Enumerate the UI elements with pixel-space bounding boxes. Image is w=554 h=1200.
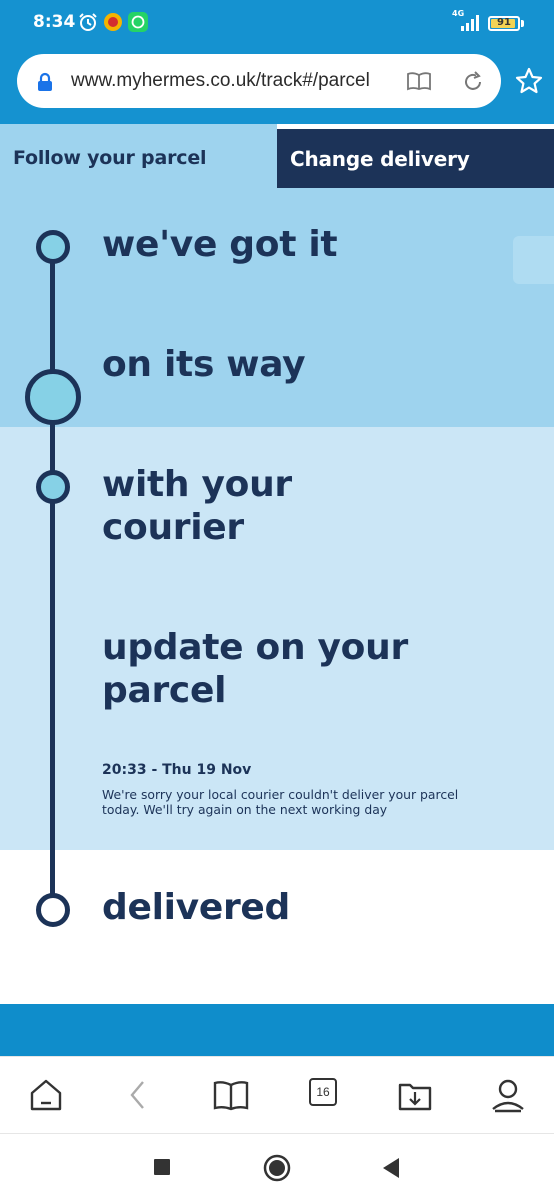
address-bar[interactable]: www.myhermes.co.uk/track#/parcel [17, 54, 501, 108]
reload-icon[interactable] [461, 70, 485, 94]
reader-mode-icon[interactable] [406, 71, 432, 91]
profile-icon[interactable] [488, 1075, 528, 1115]
system-home-icon[interactable] [263, 1154, 291, 1182]
tab-follow-your-parcel[interactable]: Follow your parcel [0, 124, 277, 188]
recents-icon[interactable] [153, 1158, 171, 1176]
tabs-icon[interactable]: 16 [306, 1075, 346, 1115]
timeline-node-courier [36, 470, 70, 504]
stage-delivered: delivered [102, 887, 290, 928]
timeline-node-delivered [36, 893, 70, 927]
bookmarks-icon[interactable] [211, 1075, 251, 1115]
url-text[interactable]: www.myhermes.co.uk/track#/parcel [71, 70, 395, 92]
alarm-icon [79, 13, 97, 31]
whatsapp-icon [128, 12, 148, 32]
downloads-icon[interactable] [395, 1075, 435, 1115]
page-footer-band [0, 1004, 554, 1056]
update-timestamp: 20:33 - Thu 19 Nov [102, 762, 252, 778]
stage-with-courier-line2: courier [102, 507, 244, 548]
stage-update-line1: update on your [102, 627, 408, 668]
status-bar: 8:34 4G 91 [0, 0, 554, 46]
battery-level: 91 [497, 17, 511, 28]
app-notification-icon [104, 13, 122, 31]
lock-icon[interactable] [37, 72, 53, 92]
tab-follow-label: Follow your parcel [13, 147, 207, 169]
system-navigation-bar [0, 1134, 554, 1200]
system-back-icon[interactable] [381, 1157, 401, 1179]
feedback-side-tab[interactable] [513, 236, 554, 284]
stage-on-its-way: on its way [102, 344, 306, 385]
back-icon[interactable] [118, 1075, 158, 1115]
signal-icon [461, 15, 479, 31]
stage-update-line2: parcel [102, 670, 227, 711]
tab-change-label: Change delivery [290, 147, 470, 171]
status-time: 8:34 [33, 12, 76, 32]
timeline-node-got-it [36, 230, 70, 264]
update-message: We're sorry your local courier couldn't … [102, 787, 459, 817]
tab-change-delivery[interactable]: Change delivery [277, 124, 554, 188]
timeline-line [50, 248, 55, 908]
timeline-node-on-way-current [25, 369, 81, 425]
home-icon[interactable] [26, 1075, 66, 1115]
stage-with-courier-line1: with your [102, 464, 292, 505]
stage-got-it: we've got it [102, 224, 338, 265]
battery-icon: 91 [488, 16, 520, 31]
bookmark-star-icon[interactable] [515, 67, 543, 95]
battery-tip [521, 20, 524, 27]
tab-count: 16 [309, 1078, 337, 1106]
tracking-tabs: Follow your parcel Change delivery [0, 124, 554, 188]
browser-toolbar: 16 [0, 1056, 554, 1134]
browser-address-area: www.myhermes.co.uk/track#/parcel [0, 46, 554, 124]
